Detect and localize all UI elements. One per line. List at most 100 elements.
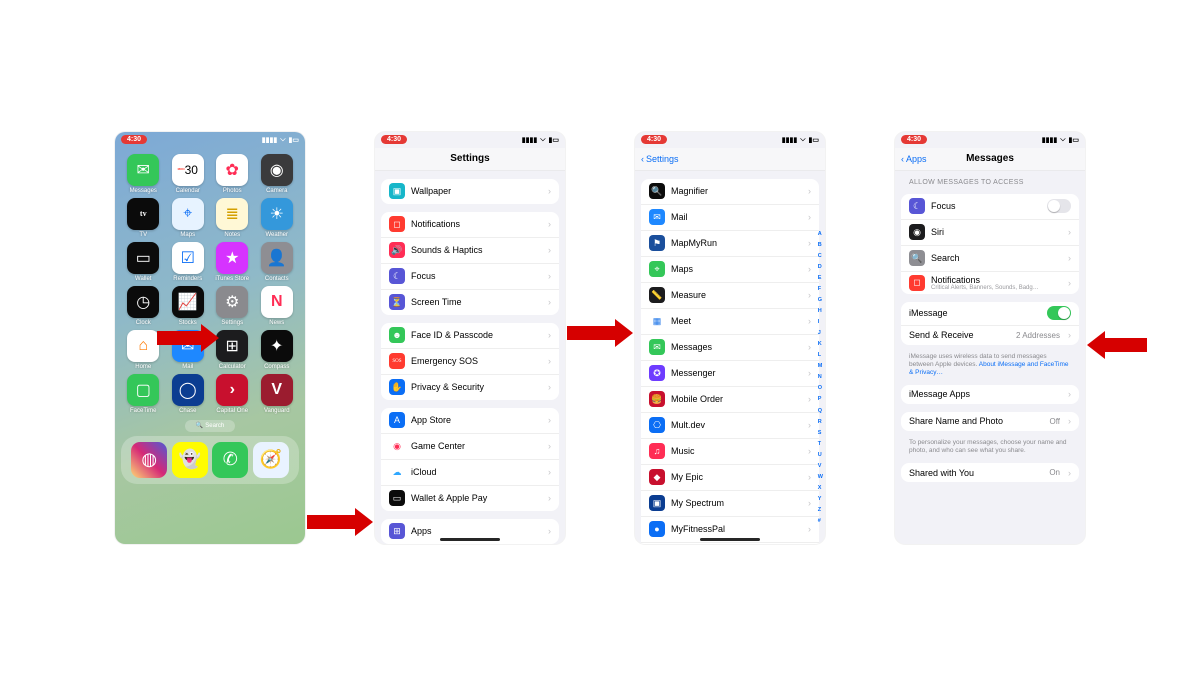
back-button[interactable]: ‹ Apps [901,148,927,170]
app-itunes-store[interactable]: ★iTunes Store [210,242,255,282]
alpha-A[interactable]: A [818,231,823,237]
app-facetime[interactable]: ▢FaceTime [121,374,166,414]
app-reminders[interactable]: ☑︎Reminders [166,242,211,282]
send-receive-row[interactable]: Send & Receive 2 Addresses › [901,326,1079,345]
app-row-messages[interactable]: ✉︎Messages› [641,335,819,361]
alpha-N[interactable]: N [818,374,823,380]
app-stocks[interactable]: 📈Stocks [166,286,211,326]
allow-row-notifications[interactable]: ◻︎NotificationsCritical Alerts, Banners,… [901,272,1079,294]
alpha-P[interactable]: P [818,396,823,402]
app-row-messenger[interactable]: ✪Messenger› [641,361,819,387]
app-wallet[interactable]: ▭Wallet [121,242,166,282]
app-weather[interactable]: ☀︎Weather [255,198,300,238]
alpha-O[interactable]: O [818,385,823,391]
alpha-F[interactable]: F [818,286,823,292]
app-clock[interactable]: ◷Clock [121,286,166,326]
settings-row-privacy-security[interactable]: ✋Privacy & Security› [381,375,559,400]
alpha-#[interactable]: # [818,518,823,524]
app-row-maps[interactable]: ⌖Maps› [641,257,819,283]
app-row-magnifier[interactable]: 🔍Magnifier› [641,179,819,205]
settings-row-emergency-sos[interactable]: SOSEmergency SOS› [381,349,559,375]
back-button[interactable]: ‹ Settings [641,148,679,170]
alpha-index[interactable]: ABCDEFGHIJKLMNOPQRSTUVWXYZ # [818,231,823,525]
app-row-mail[interactable]: ✉︎Mail› [641,205,819,231]
settings-row-wallpaper[interactable]: ▣Wallpaper› [381,179,559,204]
app-calendar[interactable]: MON30Calendar [166,154,211,194]
alpha-Z[interactable]: Z [818,507,823,513]
focus-toggle[interactable] [1047,199,1071,213]
alpha-H[interactable]: H [818,308,823,314]
alpha-I[interactable]: I [818,319,823,325]
alpha-M[interactable]: M [818,363,823,369]
app-photos[interactable]: ✿Photos [210,154,255,194]
app-row-measure[interactable]: 📏Measure› [641,283,819,309]
alpha-Q[interactable]: Q [818,408,823,414]
dock-instagram-icon[interactable]: ◍ [131,442,167,478]
row-label: Messages [671,342,802,352]
settings-row-focus[interactable]: ☾Focus› [381,264,559,290]
alpha-U[interactable]: U [818,452,823,458]
settings-row-notifications[interactable]: ◻︎Notifications› [381,212,559,238]
app-row-mult-dev[interactable]: ⎔Mult.dev› [641,413,819,439]
share-name-photo-row[interactable]: Share Name and Photo Off › [901,412,1079,431]
dock-snapchat-icon[interactable]: 👻 [172,442,208,478]
alpha-R[interactable]: R [818,419,823,425]
alpha-J[interactable]: J [818,330,823,336]
app-row-meet[interactable]: ▦Meet› [641,309,819,335]
shared-with-you-row[interactable]: Shared with You On › [901,463,1079,482]
settings-row-face-id-passcode[interactable]: ☻Face ID & Passcode› [381,323,559,349]
app-messages[interactable]: ✉︎Messages [121,154,166,194]
imessage-toggle-row[interactable]: iMessage [901,302,1079,326]
settings-row-icloud[interactable]: ☁︎iCloud› [381,460,559,486]
app-row-music[interactable]: ♫Music› [641,439,819,465]
settings-row-game-center[interactable]: ◉Game Center› [381,434,559,460]
app-tv[interactable]: tvTV [121,198,166,238]
alpha-T[interactable]: T [818,441,823,447]
alpha-C[interactable]: C [818,253,823,259]
alpha-B[interactable]: B [818,242,823,248]
settings-list[interactable]: ▣Wallpaper› ◻︎Notifications›🔊Sounds & Hap… [375,171,565,544]
dock-safari-icon[interactable]: 🧭 [253,442,289,478]
alpha-K[interactable]: K [818,341,823,347]
settings-row-sounds-haptics[interactable]: 🔊Sounds & Haptics› [381,238,559,264]
allow-row-siri[interactable]: ◉Siri› [901,220,1079,246]
alpha-E[interactable]: E [818,275,823,281]
app-compass[interactable]: ✦Compass [255,330,300,370]
app-capital-one[interactable]: ›Capital One [210,374,255,414]
app-settings[interactable]: ⚙︎Settings [210,286,255,326]
alpha-W[interactable]: W [818,474,823,480]
app-vanguard[interactable]: VVanguard [255,374,300,414]
messages-settings-list[interactable]: ALLOW MESSAGES TO ACCESS ☾Focus◉Siri›🔍Se… [895,171,1085,544]
app-contacts[interactable]: 👤Contacts [255,242,300,282]
alpha-G[interactable]: G [818,297,823,303]
alpha-X[interactable]: X [818,485,823,491]
app-chase[interactable]: ◯Chase [166,374,211,414]
search-pill[interactable]: 🔍 Search [185,420,235,432]
allow-row-search[interactable]: 🔍Search› [901,246,1079,272]
alpha-V[interactable]: V [818,463,823,469]
settings-row-app-store[interactable]: AApp Store› [381,408,559,434]
app-row-mapmyrun[interactable]: ⚑MapMyRun› [641,231,819,257]
settings-row-screen-time[interactable]: ⏳Screen Time› [381,290,559,315]
alpha-S[interactable]: S [818,430,823,436]
app-row-my-epic[interactable]: ◆My Epic› [641,465,819,491]
app-maps[interactable]: ⌖Maps [166,198,211,238]
alpha-Y[interactable]: Y [818,496,823,502]
app-news[interactable]: NNews [255,286,300,326]
imessage-apps-row[interactable]: iMessage Apps › [901,385,1079,404]
settings-row-wallet-apple-pay[interactable]: ▭Wallet & Apple Pay› [381,486,559,511]
alpha-D[interactable]: D [818,264,823,270]
apps-list[interactable]: 🔍Magnifier›✉︎Mail›⚑MapMyRun›⌖Maps›📏Measu… [635,171,825,544]
app-mail[interactable]: ✉︎Mail [166,330,211,370]
app-camera[interactable]: ◉Camera [255,154,300,194]
app-notes[interactable]: ≣Notes [210,198,255,238]
app-calculator[interactable]: ⊞Calculator [210,330,255,370]
allow-row-focus[interactable]: ☾Focus [901,194,1079,220]
dock-phone-icon[interactable]: ✆ [212,442,248,478]
app-row-my-spectrum[interactable]: ▣My Spectrum› [641,491,819,517]
app-row-mobile-order[interactable]: 🍔Mobile Order› [641,387,819,413]
app-row-myq[interactable]: QmyQ› [641,543,819,544]
app-home[interactable]: ⌂Home [121,330,166,370]
imessage-toggle[interactable] [1047,306,1071,320]
alpha-L[interactable]: L [818,352,823,358]
